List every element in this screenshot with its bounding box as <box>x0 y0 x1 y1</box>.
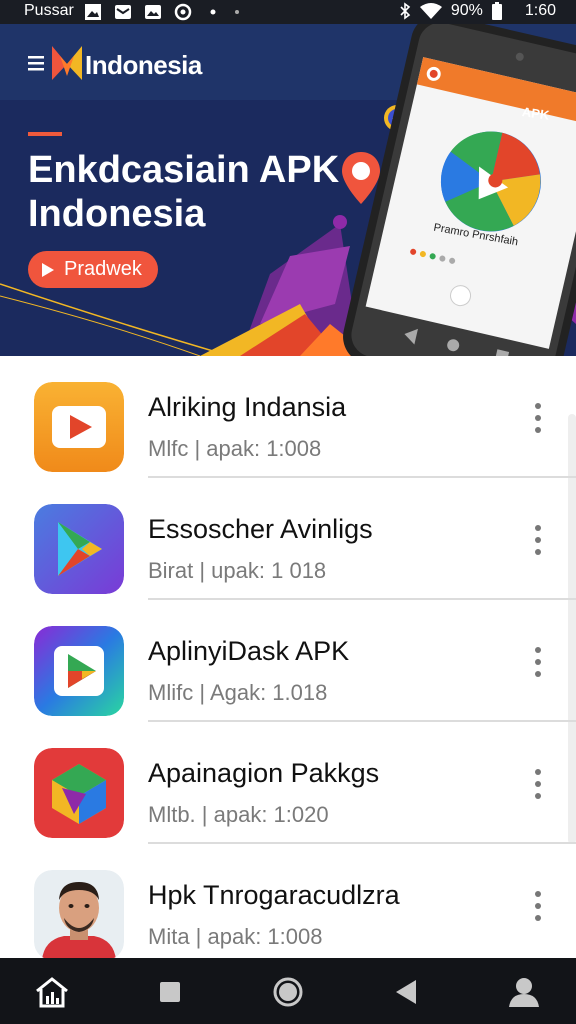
battery-percent: 90% <box>450 2 483 19</box>
maps-cube-icon <box>34 748 124 838</box>
app-subtitle: Mltb. | apak: 1:020 <box>148 802 329 827</box>
brand-name: Indonesia <box>85 50 202 80</box>
square-icon[interactable] <box>152 976 188 1008</box>
play-icon <box>42 262 54 277</box>
app-title: Hpk Tnrogaracudlzra <box>148 880 400 910</box>
back-icon[interactable] <box>388 976 424 1008</box>
status-bar: Pussar 90% 1:60 <box>0 0 576 24</box>
user-photo <box>34 870 124 960</box>
more-options-icon[interactable] <box>528 644 548 684</box>
hero-banner: Indonesia Enkdcasiain APK Indonesia Prad… <box>0 24 576 356</box>
list-item[interactable]: Apainagion Pakkgs Mltb. | apak: 1:020 <box>0 722 576 844</box>
app-title: Essoscher Avinligs <box>148 514 373 544</box>
app-subtitle: Mita | apak: 1:008 <box>148 924 323 949</box>
list-item[interactable]: Hpk Tnrogaracudlzra Mita | apak: 1:008 <box>0 844 576 966</box>
list-item[interactable]: Alriking Indansia Mlfc | apak: 1:008 <box>0 356 576 478</box>
battery-icon <box>491 2 502 20</box>
list-item[interactable]: AplinyiDask APK Mlifc | Agak: 1.018 <box>0 600 576 722</box>
profile-icon[interactable] <box>506 976 542 1008</box>
app-title: Apainagion Pakkgs <box>148 758 380 788</box>
app-title: AplinyiDask APK <box>148 636 350 666</box>
more-options-icon[interactable] <box>528 766 548 806</box>
circle-home-icon[interactable] <box>270 976 306 1008</box>
app-subtitle: Mlfc | apak: 1:008 <box>148 436 322 461</box>
more-options-icon[interactable] <box>528 522 548 562</box>
home-chart-icon[interactable] <box>34 976 70 1008</box>
play-store-icon <box>34 504 124 594</box>
list-item[interactable]: Essoscher Avinligs Birat | upak: 1 018 <box>0 478 576 600</box>
app-subtitle: Birat | upak: 1 018 <box>148 558 327 583</box>
hero-button-label: Pradwek <box>64 258 142 280</box>
carrier-name: Pussar <box>24 2 74 19</box>
clock: 1:60 <box>524 2 556 19</box>
accent-line <box>28 132 62 136</box>
image-icon <box>85 4 101 20</box>
dot-icon <box>235 10 239 14</box>
more-options-icon[interactable] <box>528 888 548 928</box>
app-list: Alriking Indansia Mlfc | apak: 1:008 Ess… <box>0 356 576 960</box>
bluetooth-icon <box>400 2 411 20</box>
wifi-icon <box>419 3 442 19</box>
gallery-icon <box>145 5 161 19</box>
video-play-icon <box>34 382 124 472</box>
dot-icon <box>210 9 216 15</box>
navigation-bar <box>0 958 576 1024</box>
phone-mockup <box>343 24 576 356</box>
sync-icon <box>174 3 192 21</box>
menu-icon[interactable] <box>28 54 46 72</box>
app-subtitle: Mlifc | Agak: 1.018 <box>148 680 328 705</box>
hero-action-button[interactable]: Pradwek <box>28 251 158 288</box>
play-store-gradient-icon <box>34 626 124 716</box>
email-icon <box>115 5 131 19</box>
more-options-icon[interactable] <box>528 400 548 440</box>
app-title: Alriking Indansia <box>148 392 347 422</box>
logo-icon <box>52 46 82 80</box>
